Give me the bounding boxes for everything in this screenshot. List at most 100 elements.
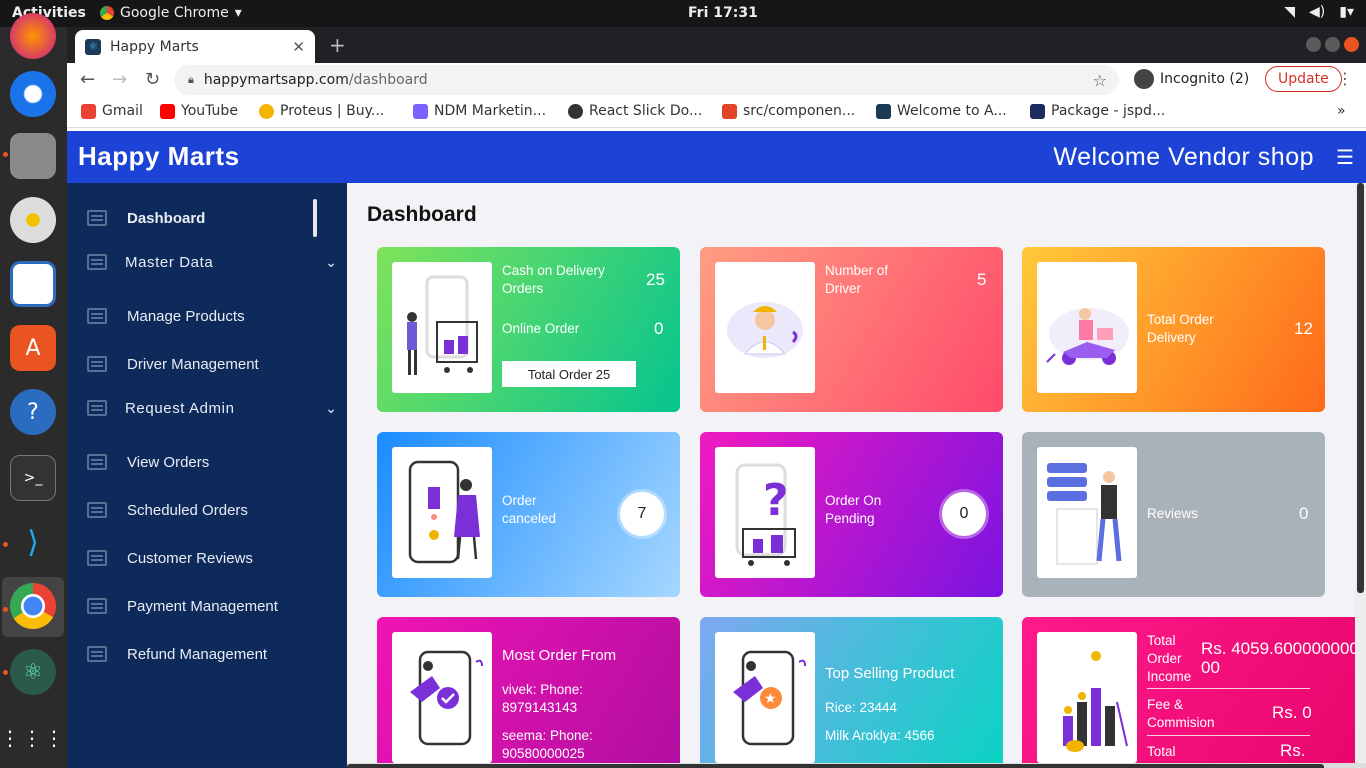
bookmark-label: src/componen...	[743, 103, 856, 119]
top-selling-line2: Milk Aroklya: 4566	[825, 728, 935, 743]
card-order-canceled[interactable]: Order canceled 7	[377, 432, 680, 597]
app-menu[interactable]: Google Chrome ▾	[100, 5, 242, 21]
browser-window: ⚛ Happy Marts ✕ + ← → ↻ 🔒︎ happymartsapp…	[67, 27, 1366, 768]
sidebar-item-label: Payment Management	[127, 597, 278, 615]
card-order-pending[interactable]: ? Order On Pending 0	[700, 432, 1003, 597]
card-reviews[interactable]: Reviews 0	[1022, 432, 1325, 597]
card-total-delivery[interactable]: Total Order Delivery 12	[1022, 247, 1325, 412]
atom-icon[interactable]: ⚛	[10, 649, 56, 695]
sidebar-item-master-data[interactable]: Master Data ⌄	[67, 242, 347, 282]
youtube-icon	[160, 103, 175, 119]
bookmark-gitlab[interactable]: src/componen...	[722, 103, 855, 119]
incognito-indicator[interactable]: Incognito (2)	[1134, 69, 1249, 89]
browser-toolbar: ← → ↻ 🔒︎ happymartsapp.com/dashboard ☆ I…	[67, 63, 1366, 95]
card-cod-orders[interactable]: Cash on Delivery Orders 25 Online Order …	[377, 247, 680, 412]
bookmark-label: Gmail	[102, 103, 143, 119]
sidebar: Dashboard Master Data ⌄ Manage Products D…	[67, 183, 347, 768]
maximize-button[interactable]	[1325, 37, 1340, 52]
clock[interactable]: Fri 17:31	[688, 5, 758, 21]
minimize-button[interactable]	[1306, 37, 1321, 52]
cod-label: Cash on Delivery Orders	[502, 263, 605, 296]
thunderbird-icon[interactable]	[10, 71, 56, 117]
battery-icon: ▮▾	[1339, 4, 1354, 20]
card-order-income[interactable]: Total Order Income Rs. 4059.60000000000 …	[1022, 617, 1366, 768]
most-order-line2: 8979143143	[502, 700, 578, 715]
new-tab-button[interactable]: +	[329, 33, 346, 57]
bookmark-proteus[interactable]: Proteus | Buy...	[259, 103, 384, 119]
browser-tab[interactable]: ⚛ Happy Marts ✕	[75, 30, 315, 63]
reviews-label: Reviews	[1147, 506, 1199, 521]
sidebar-item-label: Manage Products	[127, 307, 245, 325]
menu-icon	[87, 502, 107, 518]
close-window-button[interactable]	[1344, 37, 1359, 52]
sidebar-item-label: Customer Reviews	[127, 549, 253, 567]
chrome-icon[interactable]	[10, 583, 56, 629]
bookmark-gmail[interactable]: Gmail	[81, 103, 143, 119]
card-top-selling[interactable]: ★ Top Selling Product Rice: 23444 Milk A…	[700, 617, 1003, 768]
more-menu-icon[interactable]: ⋮	[1337, 69, 1353, 88]
proteus-icon	[259, 103, 274, 119]
rhythmbox-icon[interactable]	[10, 197, 56, 243]
cod-value: 25	[646, 270, 665, 289]
online-order-label: Online Order	[502, 321, 580, 336]
forward-icon[interactable]: →	[112, 69, 127, 90]
wifi-icon: ◥	[1284, 4, 1296, 20]
menu-icon	[87, 356, 107, 372]
bookmark-react-slick[interactable]: React Slick Do...	[568, 103, 702, 119]
total-order-button[interactable]: Total Order 25	[502, 361, 636, 387]
incognito-label: Incognito (2)	[1160, 71, 1250, 87]
bookmarks-overflow-icon[interactable]: »	[1337, 103, 1346, 119]
user-menu-icon[interactable]: ☰	[1336, 145, 1354, 169]
sidebar-item-driver-management[interactable]: Driver Management	[67, 344, 347, 384]
back-icon[interactable]: ←	[80, 69, 95, 90]
help-icon[interactable]: ?	[10, 389, 56, 435]
system-tray[interactable]: ◥ ◀) ▮▾	[1284, 4, 1354, 20]
firefox-icon[interactable]	[10, 13, 56, 59]
show-apps-icon[interactable]: ⋮⋮⋮	[0, 715, 64, 761]
files-icon[interactable]	[10, 133, 56, 179]
package-icon	[1030, 103, 1045, 119]
sidebar-item-label: Scheduled Orders	[127, 501, 248, 519]
bookmark-package[interactable]: Package - jspd...	[1030, 103, 1165, 119]
update-button[interactable]: Update	[1265, 66, 1342, 92]
brand-title[interactable]: Happy Marts	[78, 141, 240, 172]
welcome-text: Welcome Vendor shop	[1053, 143, 1314, 171]
reload-icon[interactable]: ↻	[145, 69, 160, 90]
writer-icon[interactable]	[10, 261, 56, 307]
sidebar-item-refund-management[interactable]: Refund Management	[67, 634, 347, 674]
bookmark-youtube[interactable]: YouTube	[160, 103, 238, 119]
card-most-order-from[interactable]: Most Order From vivek: Phone: 8979143143…	[377, 617, 680, 768]
menu-icon	[87, 210, 107, 226]
main-content: Dashboard Cash on Delivery Orders 25 Onl…	[347, 183, 1366, 768]
pending-label: Order On Pending	[825, 493, 882, 526]
sidebar-item-view-orders[interactable]: View Orders	[67, 442, 347, 482]
app-name: Google Chrome	[120, 5, 229, 21]
chevron-down-icon: ▾	[234, 5, 242, 21]
terminal-icon[interactable]: >_	[10, 455, 56, 501]
drivers-value: 5	[977, 270, 987, 289]
system-top-bar: Activities Google Chrome ▾ Fri 17:31 ◥ ◀…	[0, 0, 1366, 27]
most-order-line1: vivek: Phone:	[502, 682, 584, 697]
card-drivers[interactable]: Number of Driver 5	[700, 247, 1003, 412]
vertical-scrollbar[interactable]	[1355, 183, 1366, 768]
sidebar-item-payment-management[interactable]: Payment Management	[67, 586, 347, 626]
sidebar-item-scheduled-orders[interactable]: Scheduled Orders	[67, 490, 347, 530]
vscode-icon[interactable]: ⟩	[10, 519, 56, 565]
close-tab-icon[interactable]: ✕	[292, 38, 305, 56]
address-bar[interactable]: 🔒︎ happymartsapp.com/dashboard ☆	[174, 65, 1119, 95]
horizontal-scrollbar[interactable]	[347, 763, 1366, 768]
scrollbar-thumb[interactable]	[347, 764, 1324, 768]
sidebar-item-customer-reviews[interactable]: Customer Reviews	[67, 538, 347, 578]
sidebar-item-dashboard[interactable]: Dashboard	[67, 198, 347, 238]
react-favicon-icon: ⚛	[85, 38, 101, 55]
scrollbar-thumb[interactable]	[1357, 183, 1364, 593]
top-selling-line1: Rice: 23444	[825, 700, 898, 715]
sidebar-item-manage-products[interactable]: Manage Products	[67, 296, 347, 336]
bookmark-welcome[interactable]: Welcome to A...	[876, 103, 1007, 119]
incognito-icon	[1134, 69, 1154, 89]
svg-text:★: ★	[764, 691, 777, 707]
sidebar-item-request-admin[interactable]: Request Admin ⌄	[67, 388, 347, 428]
software-icon[interactable]: A	[10, 325, 56, 371]
bookmark-ndm[interactable]: NDM Marketin...	[413, 103, 546, 119]
bookmark-star-icon[interactable]: ☆	[1093, 71, 1107, 90]
